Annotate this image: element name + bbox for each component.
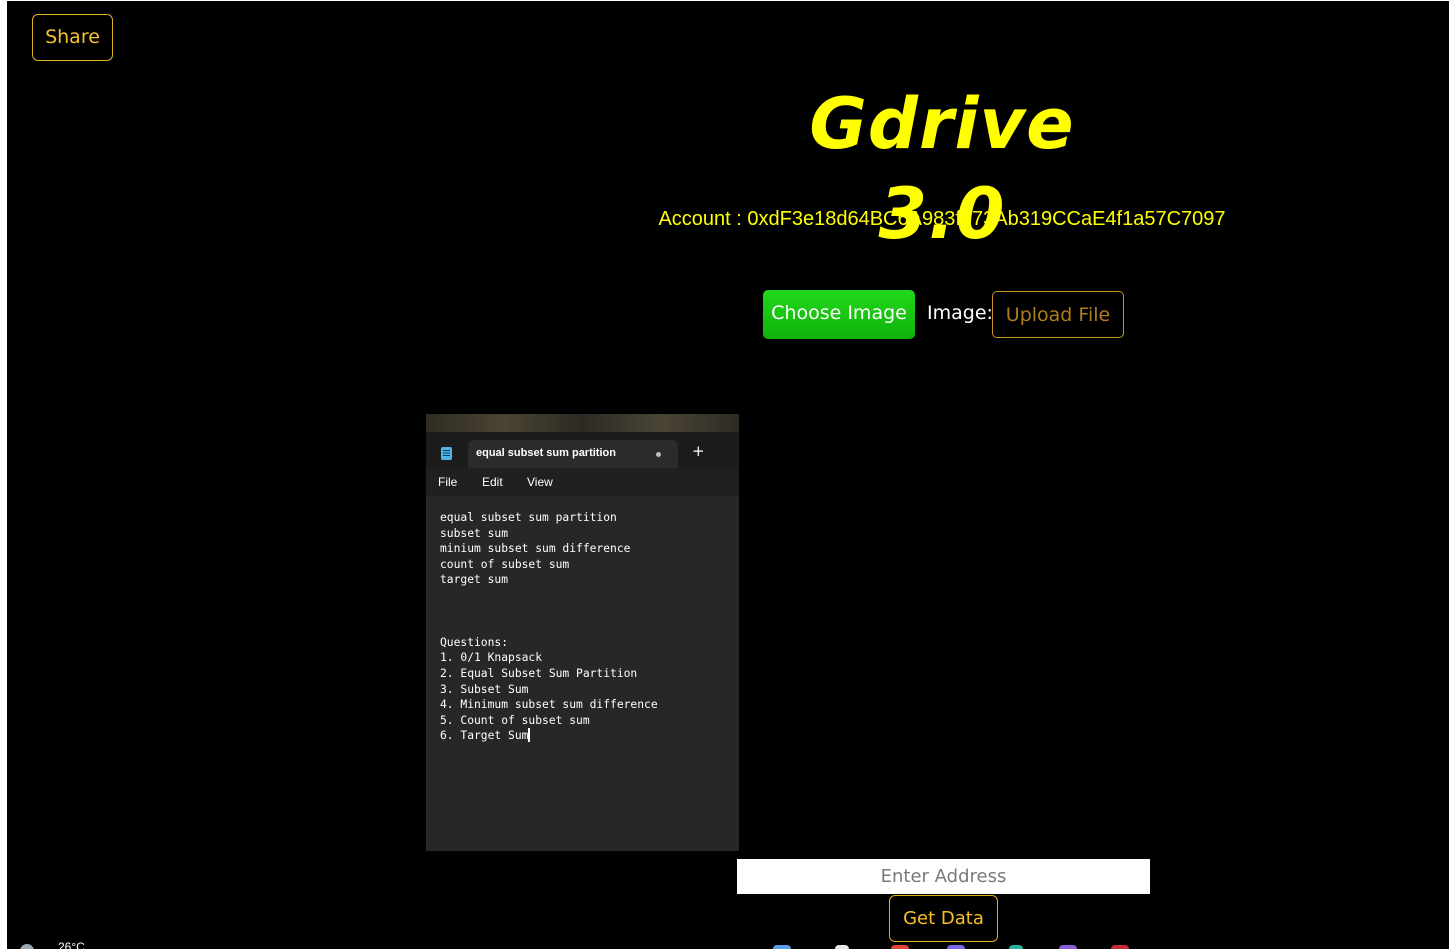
page-title: Gdrive 3.0 [809,83,1075,255]
app-icon[interactable] [891,945,909,949]
preview-background-strip [426,414,739,432]
menu-edit: Edit [482,475,503,489]
app-icon[interactable] [947,945,965,949]
notepad-text-content: equal subset sum partition subset sum mi… [440,511,658,743]
notepad-menu-bar: File Edit View [426,468,739,496]
upload-file-button[interactable]: Upload File [992,291,1124,338]
windows-start-icon[interactable] [773,945,791,949]
taskbar-temperature: 26°C [58,940,85,949]
weather-icon[interactable] [20,944,34,949]
notepad-text: equal subset sum partition subset sum mi… [440,510,658,744]
notepad-tab: equal subset sum partition [468,440,678,468]
image-preview: equal subset sum partition + File Edit V… [426,414,739,851]
search-icon[interactable] [835,945,849,949]
get-data-button[interactable]: Get Data [889,895,998,942]
notepad-icon [441,447,452,460]
new-tab-icon: + [692,442,705,460]
address-input[interactable] [737,859,1150,894]
notepad-tab-title: equal subset sum partition [476,447,616,459]
menu-view: View [527,475,553,489]
unsaved-dot-icon [656,452,661,457]
image-label: Image: [927,302,993,324]
share-button[interactable]: Share [32,14,113,61]
text-caret [528,728,531,743]
choose-image-button[interactable]: Choose Image [763,290,915,339]
app-icon[interactable] [1059,945,1077,949]
notepad-tab-bar: equal subset sum partition + [426,432,739,468]
page: Share Gdrive 3.0 Account : 0xdF3e18d64BC… [7,1,1449,949]
menu-file: File [438,475,458,489]
account-address: Account : 0xdF3e18d64BC6A983f673Ab319CCa… [658,208,1226,230]
app-icon[interactable] [1111,945,1129,949]
app-icon[interactable] [1009,945,1023,949]
